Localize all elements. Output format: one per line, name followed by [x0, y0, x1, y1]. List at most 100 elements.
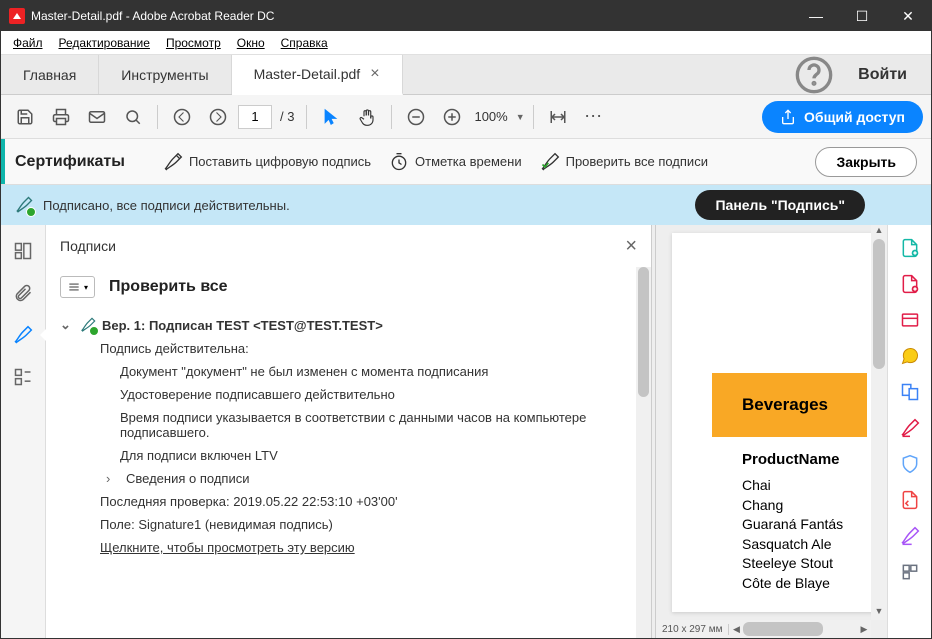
tab-tools[interactable]: Инструменты [99, 55, 231, 94]
tab-document[interactable]: Master-Detail.pdf × [232, 55, 403, 95]
category-header: Beverages [712, 373, 867, 437]
certificates-title: Сертификаты [15, 153, 125, 171]
close-panel-icon[interactable]: × [625, 235, 637, 258]
signatures-panel-header: Подписи × [46, 225, 651, 267]
certificates-toolbar: Сертификаты Поставить цифровую подпись О… [1, 139, 931, 185]
signature-valid-label: Подпись действительна: [60, 337, 637, 360]
list-item: Chang [742, 496, 867, 516]
tab-home[interactable]: Главная [1, 55, 99, 94]
protect-icon[interactable] [895, 449, 925, 479]
right-tools-rail [887, 225, 931, 638]
app-icon [9, 8, 25, 24]
zoom-out-icon[interactable] [400, 101, 432, 133]
window-titlebar: Master-Detail.pdf - Adobe Acrobat Reader… [1, 1, 931, 31]
scroll-right-icon[interactable]: ▶ [857, 624, 871, 635]
prev-page-icon[interactable] [166, 101, 198, 133]
list-item: Chai [742, 476, 867, 496]
menu-window[interactable]: Окно [229, 34, 273, 52]
signature-view-version-link[interactable]: Щелкните, чтобы просмотреть эту версию [60, 536, 637, 559]
mail-icon[interactable] [81, 101, 113, 133]
zoom-level-label: 100% [472, 109, 509, 124]
document-horizontal-scrollbar[interactable]: 210 x 297 мм ◀ ▶ [656, 620, 871, 638]
menu-bar: Файл Редактирование Просмотр Окно Справк… [1, 31, 931, 55]
select-tool-icon[interactable] [315, 101, 347, 133]
attachments-icon[interactable] [7, 277, 39, 309]
chevron-down-icon[interactable]: ⌄ [60, 317, 74, 333]
list-item: Steeleye Stout [742, 554, 867, 574]
sign-in-button[interactable]: Войти [834, 55, 931, 94]
signatures-panel: Подписи × ▾ Проверить все ⌄ Вер. 1: Подп… [46, 225, 651, 638]
panel-scrollbar[interactable] [636, 267, 651, 638]
signature-details-row[interactable]: › Сведения о подписи [60, 467, 637, 490]
timestamp-button[interactable]: Отметка времени [389, 152, 522, 172]
signatures-icon[interactable] [7, 319, 39, 351]
panel-options-icon[interactable]: ▾ [60, 276, 95, 298]
close-window-button[interactable]: ✕ [885, 1, 931, 31]
menu-file[interactable]: Файл [5, 34, 51, 52]
organize-icon[interactable] [895, 413, 925, 443]
maximize-button[interactable]: ☐ [839, 1, 885, 31]
fill-sign-icon[interactable] [895, 521, 925, 551]
more-tools-icon[interactable]: ⋯ [578, 101, 610, 133]
signature-valid-icon [80, 317, 96, 333]
document-page: Beverages ProductName Chai Chang Guaraná… [672, 233, 887, 612]
thumbnails-icon[interactable] [7, 235, 39, 267]
compress-icon[interactable] [895, 485, 925, 515]
menu-view[interactable]: Просмотр [158, 34, 229, 52]
document-vertical-scrollbar[interactable]: ▲ ▼ [871, 225, 887, 620]
chevron-right-icon[interactable]: › [106, 471, 120, 486]
combine-files-icon[interactable] [895, 377, 925, 407]
bookmarks-icon[interactable] [7, 361, 39, 393]
signature-valid-icon [15, 196, 33, 214]
fit-width-icon[interactable] [542, 101, 574, 133]
signature-cert-valid: Удостоверение подписавшего действительно [60, 383, 637, 406]
export-pdf-icon[interactable] [895, 305, 925, 335]
signature-banner-text: Подписано, все подписи действительны. [43, 198, 290, 213]
search-icon[interactable] [117, 101, 149, 133]
zoom-dropdown-icon[interactable]: ▼ [516, 112, 525, 122]
column-header: ProductName [742, 451, 867, 468]
signature-lastcheck: Последняя проверка: 2019.05.22 22:53:10 … [60, 490, 637, 513]
signatures-panel-toolbar: ▾ Проверить все [46, 267, 651, 307]
left-navigation-rail [1, 225, 46, 638]
scroll-up-icon[interactable]: ▲ [871, 225, 887, 239]
comment-icon[interactable] [895, 341, 925, 371]
window-controls: — ☐ ✕ [793, 1, 931, 31]
page-total-label: / 3 [276, 109, 298, 124]
page-number-input[interactable] [238, 105, 272, 129]
create-pdf-icon[interactable] [895, 233, 925, 263]
signature-banner: Подписано, все подписи действительны. Па… [1, 185, 931, 225]
minimize-button[interactable]: — [793, 1, 839, 31]
signature-time-info: Время подписи указывается в соответствии… [60, 406, 637, 444]
save-icon[interactable] [9, 101, 41, 133]
tab-bar: Главная Инструменты Master-Detail.pdf × … [1, 55, 931, 95]
digital-sign-button[interactable]: Поставить цифровую подпись [163, 152, 371, 172]
next-page-icon[interactable] [202, 101, 234, 133]
signature-ltv-info: Для подписи включен LTV [60, 444, 637, 467]
list-item: Côte de Blaye [742, 574, 867, 594]
verify-all-link[interactable]: Проверить все [109, 278, 228, 296]
signature-version-row[interactable]: ⌄ Вер. 1: Подписан TEST <TEST@TEST.TEST> [60, 313, 637, 337]
list-item: Guaraná Fantás [742, 515, 867, 535]
signature-panel-button[interactable]: Панель "Подпись" [695, 190, 865, 220]
main-toolbar: / 3 100% ▼ ⋯ Общий доступ [1, 95, 931, 139]
hand-tool-icon[interactable] [351, 101, 383, 133]
zoom-in-icon[interactable] [436, 101, 468, 133]
close-certificates-button[interactable]: Закрыть [815, 147, 917, 177]
signature-doc-unchanged: Документ "документ" не был изменен с мом… [60, 360, 637, 383]
scroll-left-icon[interactable]: ◀ [729, 624, 743, 635]
share-button[interactable]: Общий доступ [762, 101, 923, 133]
verify-all-button[interactable]: Проверить все подписи [540, 152, 708, 172]
edit-pdf-icon[interactable] [895, 269, 925, 299]
print-icon[interactable] [45, 101, 77, 133]
menu-edit[interactable]: Редактирование [51, 34, 158, 52]
signatures-tree: ⌄ Вер. 1: Подписан TEST <TEST@TEST.TEST>… [46, 307, 651, 638]
help-icon[interactable] [794, 55, 834, 94]
window-title: Master-Detail.pdf - Adobe Acrobat Reader… [31, 9, 793, 23]
menu-help[interactable]: Справка [273, 34, 336, 52]
close-tab-icon[interactable]: × [370, 65, 379, 83]
page-dimensions-label: 210 x 297 мм [656, 624, 729, 635]
document-view: Beverages ProductName Chai Chang Guaraná… [656, 225, 887, 638]
more-tools-icon[interactable] [895, 557, 925, 587]
scroll-down-icon[interactable]: ▼ [871, 606, 887, 620]
